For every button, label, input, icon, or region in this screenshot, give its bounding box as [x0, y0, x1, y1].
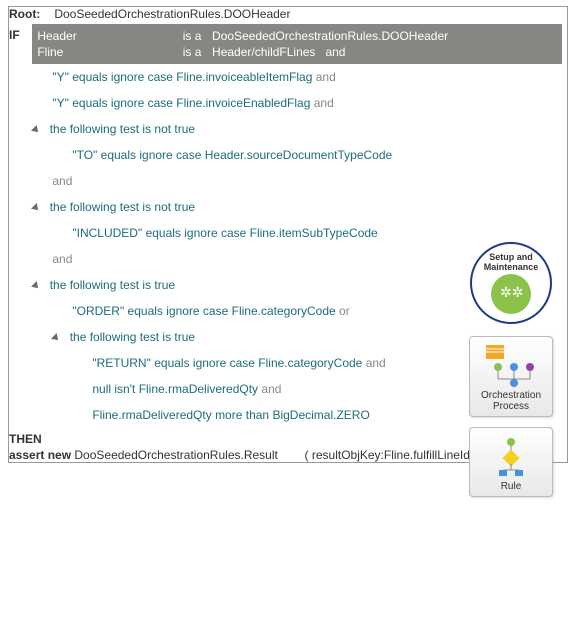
not-true-label: the following test is not true — [50, 200, 195, 214]
field-ref: Fline.categoryCode — [232, 304, 336, 318]
or-keyword: or — [339, 304, 350, 318]
value-ref: BigDecimal.ZERO — [272, 408, 369, 422]
literal: "ORDER" — [72, 304, 124, 318]
op-equals-ignore-case: equals ignore case — [101, 148, 202, 162]
and-keyword: and — [314, 96, 334, 110]
if-label: IF — [9, 23, 29, 42]
orch-label-2: Process — [472, 401, 550, 412]
collapse-icon[interactable] — [31, 203, 41, 213]
assert-new-keyword: assert new — [9, 448, 71, 462]
literal: "INCLUDED" — [72, 226, 142, 240]
isa-label: is a — [183, 29, 209, 43]
op-equals-ignore-case: equals ignore case — [128, 304, 229, 318]
not-true-label: the following test is not true — [50, 122, 195, 136]
pattern-var-fline: Fline — [37, 45, 179, 59]
pattern-type-header: DooSeededOrchestrationRules.DOOHeader — [212, 29, 448, 43]
orch-label-1: Orchestration — [472, 390, 550, 401]
side-panel: Setup and Maintenance — [465, 242, 557, 507]
gear-icon — [491, 274, 531, 314]
field-ref: Fline.categoryCode — [258, 356, 362, 370]
condition-row[interactable]: "Y" equals ignore case Fline.invoiceable… — [52, 64, 562, 90]
op-equals-ignore-case: equals ignore case — [72, 70, 173, 84]
collapse-icon[interactable] — [31, 125, 41, 135]
setup-label-1: Setup and — [472, 252, 550, 262]
block-not-true[interactable]: the following test is not true — [32, 194, 562, 220]
rule-icon — [472, 433, 550, 481]
null-literal: null — [92, 382, 111, 396]
literal: "Y" — [52, 96, 69, 110]
rule-tile[interactable]: Rule — [469, 427, 553, 497]
result-args: ( resultObjKey:Fline.fulfillLineId ) — [305, 448, 478, 462]
setup-maintenance-badge[interactable]: Setup and Maintenance — [470, 242, 552, 324]
op-more-than: more than — [215, 408, 269, 422]
result-type: DooSeededOrchestrationRules.Result — [74, 448, 277, 462]
and-keyword: and — [366, 356, 386, 370]
op-equals-ignore-case: equals ignore case — [146, 226, 247, 240]
op-isnt: isn't — [114, 382, 135, 396]
field-ref: Fline.invoiceEnabledFlag — [176, 96, 310, 110]
condition-row[interactable]: "TO" equals ignore case Header.sourceDoc… — [72, 142, 562, 168]
block-not-true[interactable]: the following test is not true — [32, 116, 562, 142]
collapse-icon[interactable] — [31, 281, 41, 291]
literal: "Y" — [52, 70, 69, 84]
rule-label: Rule — [472, 481, 550, 492]
op-equals-ignore-case: equals ignore case — [154, 356, 255, 370]
field-ref: Fline.itemSubTypeCode — [250, 226, 378, 240]
and-keyword: and — [316, 70, 336, 84]
pattern-header[interactable]: Header is a DooSeededOrchestrationRules.… — [32, 24, 562, 64]
and-keyword: and — [325, 45, 345, 59]
root-label: Root: — [9, 7, 51, 21]
literal: "TO" — [72, 148, 97, 162]
field-ref: Fline.rmaDeliveredQty — [139, 382, 258, 396]
pattern-type-fline: Header/childFLines — [212, 45, 315, 59]
orchestration-icon — [472, 342, 550, 390]
collapse-icon[interactable] — [51, 333, 61, 343]
field-ref: Header.sourceDocumentTypeCode — [205, 148, 392, 162]
and-keyword: and — [261, 382, 281, 396]
is-true-label: the following test is true — [50, 278, 175, 292]
field-ref: Fline.rmaDeliveredQty — [92, 408, 211, 422]
literal: "RETURN" — [92, 356, 151, 370]
and-keyword: and — [52, 174, 72, 188]
condition-row[interactable]: "Y" equals ignore case Fline.invoiceEnab… — [52, 90, 562, 116]
orchestration-process-tile[interactable]: Orchestration Process — [469, 336, 553, 417]
field-ref: Fline.invoiceableItemFlag — [176, 70, 312, 84]
and-keyword: and — [52, 252, 72, 266]
root-value[interactable]: DooSeededOrchestrationRules.DOOHeader — [54, 7, 290, 21]
then-label: THEN — [9, 432, 42, 446]
is-true-label: the following test is true — [70, 330, 195, 344]
op-equals-ignore-case: equals ignore case — [72, 96, 173, 110]
isa-label: is a — [183, 45, 209, 59]
pattern-var-header: Header — [37, 29, 179, 43]
setup-label-2: Maintenance — [472, 262, 550, 272]
